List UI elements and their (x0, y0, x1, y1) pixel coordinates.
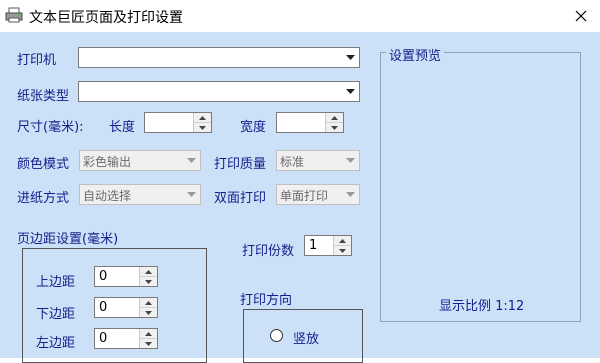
print-quality-value: 标准 (280, 155, 305, 169)
margins-label: 页边距设置(毫米) (17, 232, 119, 247)
width-label: 宽度 (240, 120, 267, 135)
size-label: 尺寸(毫米): (17, 120, 84, 135)
window-title: 文本巨匠页面及打印设置 (29, 10, 183, 26)
left-margin-stepper[interactable]: 0 (94, 328, 158, 349)
spin-down-icon[interactable] (194, 122, 211, 132)
spin-up-icon[interactable] (140, 329, 157, 338)
chevron-down-icon[interactable] (342, 82, 359, 101)
chevron-down-icon[interactable] (183, 185, 200, 204)
duplex-value: 单面打印 (280, 189, 329, 203)
print-quality-label: 打印质量 (214, 157, 267, 172)
feed-mode-label: 进纸方式 (17, 191, 70, 206)
printer-icon (5, 7, 23, 23)
color-mode-value: 彩色输出 (83, 155, 132, 169)
top-margin-value: 0 (99, 269, 108, 284)
width-stepper[interactable] (276, 112, 344, 133)
spin-down-icon[interactable] (140, 307, 157, 317)
paper-type-select[interactable] (78, 81, 360, 102)
bottom-margin-stepper[interactable]: 0 (94, 297, 158, 318)
preview-group (380, 52, 581, 322)
printer-select[interactable] (78, 47, 360, 68)
chevron-down-icon[interactable] (342, 48, 359, 67)
chevron-down-icon[interactable] (183, 151, 200, 170)
top-margin-stepper[interactable]: 0 (94, 266, 158, 287)
printer-label: 打印机 (17, 53, 57, 68)
duplex-label: 双面打印 (214, 191, 267, 206)
feed-mode-value: 自动选择 (83, 189, 132, 203)
color-mode-label: 颜色模式 (17, 157, 70, 172)
portrait-radio[interactable] (270, 329, 283, 342)
left-margin-label: 左边距 (36, 336, 76, 351)
chevron-down-icon[interactable] (342, 151, 359, 170)
spin-up-icon[interactable] (194, 113, 211, 122)
title-bar: 文本巨匠页面及打印设置 (0, 0, 600, 32)
length-label: 长度 (109, 120, 136, 135)
chevron-down-icon[interactable] (342, 185, 359, 204)
length-stepper[interactable] (144, 112, 212, 133)
spin-down-icon[interactable] (140, 276, 157, 286)
close-button[interactable] (564, 2, 598, 30)
spin-down-icon[interactable] (140, 338, 157, 348)
top-margin-label: 上边距 (36, 275, 76, 290)
bottom-margin-value: 0 (99, 300, 108, 315)
copies-label: 打印份数 (242, 244, 295, 259)
feed-mode-select[interactable]: 自动选择 (79, 184, 201, 205)
spin-down-icon[interactable] (334, 245, 351, 255)
spin-up-icon[interactable] (334, 236, 351, 245)
preview-title: 设置预览 (386, 45, 445, 64)
spin-up-icon[interactable] (140, 298, 157, 307)
spin-up-icon[interactable] (326, 113, 343, 122)
print-quality-select[interactable]: 标准 (276, 150, 360, 171)
orientation-label: 打印方向 (240, 293, 293, 308)
spin-down-icon[interactable] (326, 122, 343, 132)
color-mode-select[interactable]: 彩色输出 (79, 150, 201, 171)
paper-type-label: 纸张类型 (17, 89, 70, 104)
spin-up-icon[interactable] (140, 267, 157, 276)
copies-value: 1 (309, 238, 318, 253)
copies-stepper[interactable]: 1 (304, 235, 352, 256)
scale-label: 显示比例 1:12 (439, 299, 525, 314)
left-margin-value: 0 (99, 331, 108, 346)
bottom-margin-label: 下边距 (36, 307, 76, 322)
portrait-label: 竖放 (293, 332, 320, 347)
close-icon (575, 10, 587, 22)
duplex-select[interactable]: 单面打印 (276, 184, 360, 205)
